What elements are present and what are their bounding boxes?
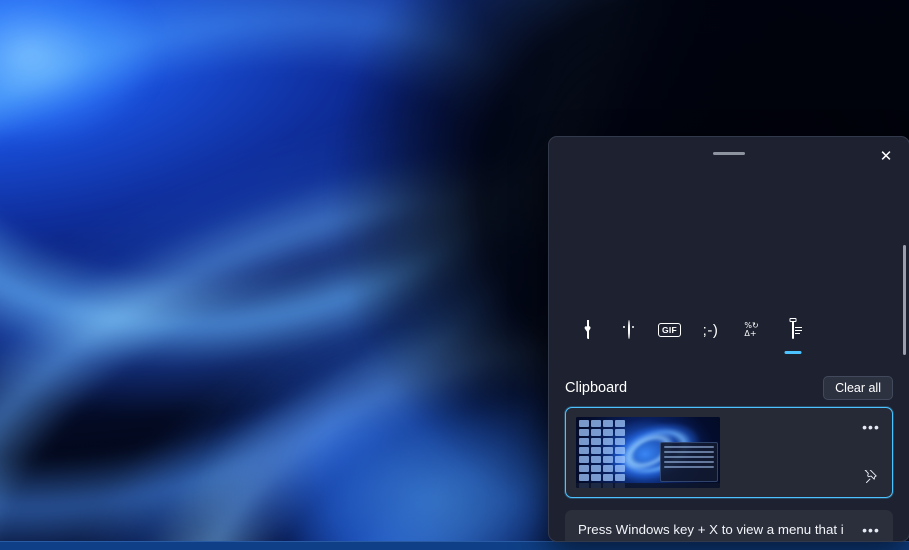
- clear-all-button[interactable]: Clear all: [823, 376, 893, 401]
- close-icon[interactable]: ✕: [869, 142, 903, 170]
- panel-drag-handle[interactable]: [713, 152, 745, 155]
- taskbar[interactable]: [0, 541, 909, 550]
- thumbnail-inner-panel: [660, 442, 718, 482]
- thumbnail-taskbar: [576, 483, 720, 488]
- tab-gif[interactable]: GIF: [649, 313, 690, 347]
- tab-clipboard[interactable]: [772, 313, 813, 347]
- item-more-options-icon[interactable]: •••: [860, 417, 882, 437]
- tab-stickers[interactable]: [567, 313, 608, 347]
- thumbnail-desktop-icons: [579, 420, 625, 484]
- emoji-smiley-icon: [628, 321, 630, 339]
- symbols-icon: %↻ Δ+: [744, 322, 758, 339]
- clipboard-icon: [792, 321, 794, 339]
- active-tab-indicator: [784, 351, 801, 354]
- gif-icon: GIF: [658, 323, 681, 337]
- tab-emoji[interactable]: [608, 313, 649, 347]
- clipboard-flyout: ✕ GIF ;-) %↻ Δ+: [548, 136, 909, 542]
- tab-symbols[interactable]: %↻ Δ+: [731, 313, 772, 347]
- page-title: Clipboard: [565, 380, 627, 396]
- list-item[interactable]: •••: [565, 407, 893, 498]
- clipboard-image-preview: [566, 408, 892, 497]
- desktop-screenshot-thumbnail: [576, 417, 720, 488]
- tab-strip: GIF ;-) %↻ Δ+: [549, 313, 909, 355]
- item-pin-icon[interactable]: [860, 467, 882, 487]
- symbols-line-2: Δ+: [744, 329, 756, 338]
- vertical-scrollbar[interactable]: [903, 245, 906, 355]
- sticker-heart-icon: [587, 321, 589, 339]
- list-item[interactable]: Press Windows key + X to view a menu tha…: [565, 510, 893, 542]
- clipboard-item-list: ••• Press Windows key + X to view a menu…: [549, 407, 909, 541]
- item-more-options-icon[interactable]: •••: [860, 520, 882, 540]
- clipboard-item-text: Press Windows key + X to view a menu tha…: [566, 511, 892, 542]
- pin-glyph: [864, 470, 879, 485]
- kaomoji-icon: ;-): [703, 322, 719, 339]
- clipboard-header: Clipboard Clear all: [549, 373, 909, 403]
- tab-kaomoji[interactable]: ;-): [690, 313, 731, 347]
